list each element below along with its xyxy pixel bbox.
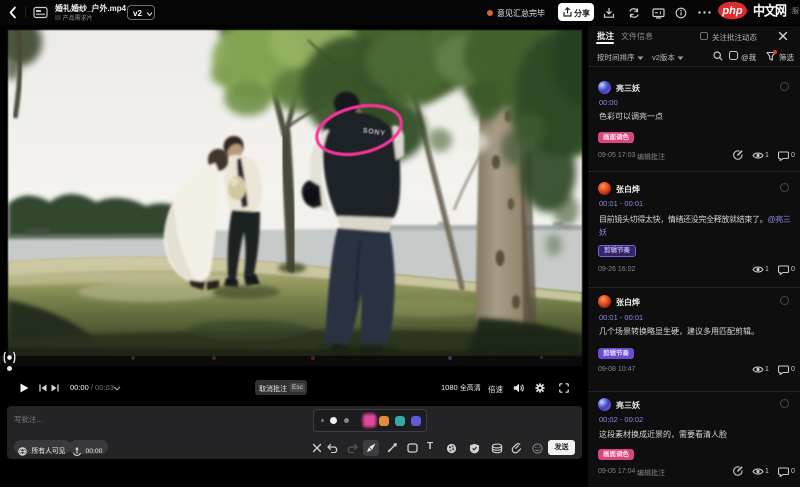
svg-text:php: php [721,5,742,17]
